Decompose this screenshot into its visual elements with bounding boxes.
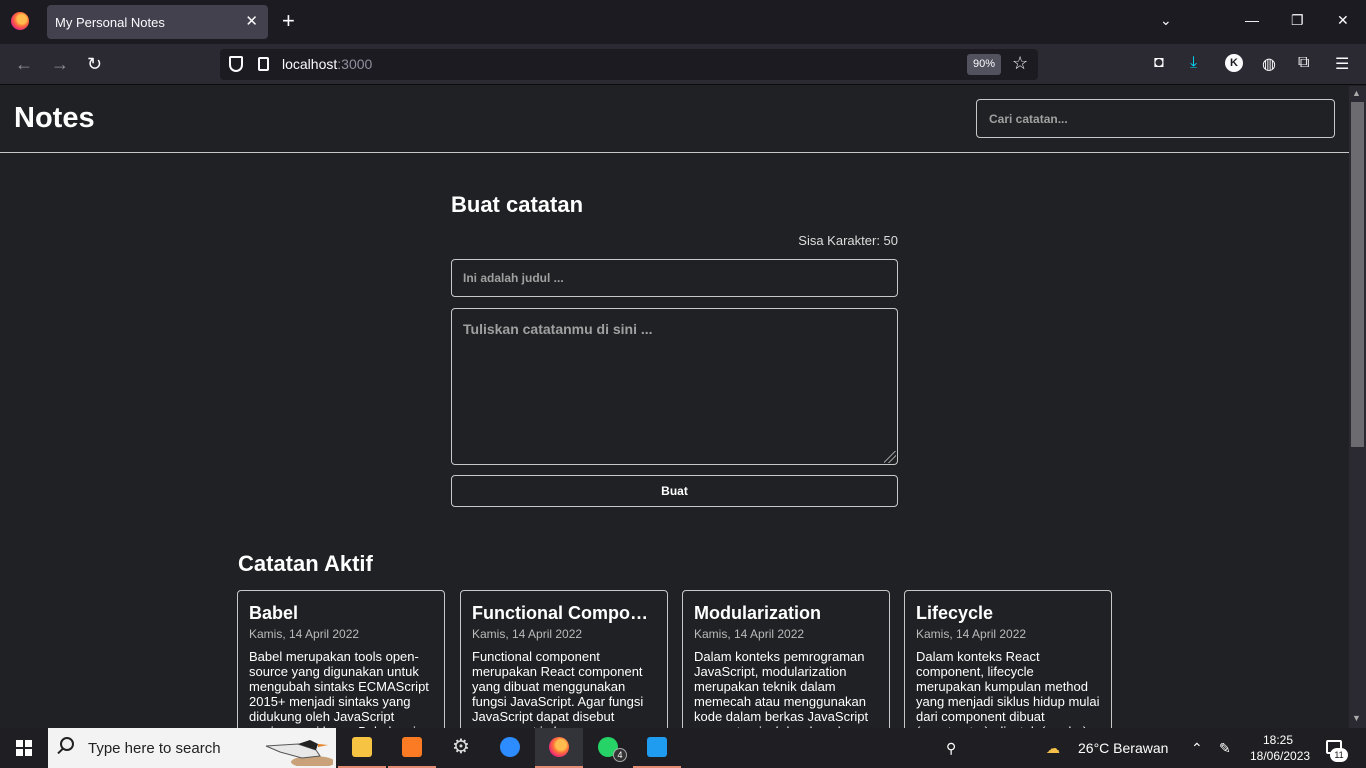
xampp-icon bbox=[402, 737, 422, 757]
menu-icon[interactable]: ☰ bbox=[1335, 54, 1349, 74]
browser-nav-bar: ← → ↻ localhost:3000 90% ☆ ◘ ⤓ K ◍ ⧉ ☰ bbox=[0, 44, 1366, 85]
taskbar-firefox[interactable] bbox=[535, 728, 583, 768]
note-title[interactable]: Babel bbox=[249, 603, 433, 624]
list-tabs-icon[interactable]: ⌄ bbox=[1160, 12, 1172, 29]
tracking-protection-icon[interactable] bbox=[229, 56, 243, 72]
pen-icon[interactable]: ✎ bbox=[1219, 740, 1231, 757]
account-avatar[interactable]: K bbox=[1225, 54, 1243, 72]
folder-icon bbox=[352, 737, 372, 757]
active-notes-title: Catatan Aktif bbox=[238, 551, 373, 576]
bird-illustration-icon bbox=[265, 740, 333, 766]
firefox-taskbar-icon bbox=[549, 737, 569, 757]
app-logo: Notes bbox=[14, 102, 95, 134]
notification-count: 11 bbox=[1330, 748, 1348, 762]
note-body: Babel merupakan tools open-source yang d… bbox=[249, 649, 430, 728]
windows-taskbar: Type here to search ⚙ 4 ⚲ ☁ 26°C Berawan… bbox=[0, 728, 1366, 768]
downloads-icon[interactable]: ⤓ bbox=[1190, 54, 1197, 72]
firefox-icon[interactable] bbox=[11, 12, 29, 30]
close-window-icon[interactable]: ✕ bbox=[1337, 12, 1349, 29]
form-title: Buat catatan bbox=[451, 192, 584, 217]
note-date: Kamis, 14 April 2022 bbox=[472, 627, 583, 641]
search-input[interactable] bbox=[976, 99, 1335, 138]
note-date: Kamis, 14 April 2022 bbox=[916, 627, 1027, 641]
pocket-icon[interactable]: ◘ bbox=[1154, 54, 1164, 72]
minimize-icon[interactable]: — bbox=[1245, 12, 1259, 28]
close-tab-icon[interactable]: ✕ bbox=[245, 12, 258, 30]
note-card[interactable]: Lifecycle Kamis, 14 April 2022 Dalam kon… bbox=[904, 590, 1112, 728]
note-card[interactable]: Modularization Kamis, 14 April 2022 Dala… bbox=[682, 590, 890, 728]
url-bar[interactable]: localhost:3000 90% ☆ bbox=[220, 49, 1038, 80]
page-content: Notes Buat catatan Sisa Karakter: 50 Bua… bbox=[0, 86, 1349, 728]
note-title-input[interactable] bbox=[451, 259, 898, 297]
url-text[interactable]: localhost:3000 bbox=[282, 56, 372, 72]
scroll-up-icon[interactable]: ▲ bbox=[1352, 88, 1361, 98]
taskbar-search-box[interactable]: Type here to search bbox=[48, 728, 336, 768]
note-title[interactable]: Lifecycle bbox=[916, 603, 1100, 624]
clock-date: 18/06/2023 bbox=[1250, 749, 1311, 763]
vscode-icon bbox=[647, 737, 667, 757]
restore-icon[interactable]: ❐ bbox=[1291, 12, 1304, 29]
char-remaining: Sisa Karakter: 50 bbox=[798, 233, 898, 248]
forward-icon[interactable]: → bbox=[51, 54, 69, 75]
windows-start-icon[interactable] bbox=[16, 740, 32, 756]
scrollbar-thumb[interactable] bbox=[1351, 102, 1364, 447]
back-icon[interactable]: ← bbox=[15, 54, 33, 75]
show-hidden-icons-icon[interactable]: ⌃ bbox=[1191, 740, 1203, 757]
zoom-icon bbox=[500, 737, 520, 757]
taskbar-settings[interactable]: ⚙ bbox=[437, 728, 485, 768]
scroll-down-icon[interactable]: ▼ bbox=[1352, 713, 1361, 723]
reload-icon[interactable]: ↻ bbox=[87, 54, 102, 75]
browser-tab-bar: My Personal Notes ✕ + ⌄ — ❐ ✕ bbox=[0, 0, 1366, 44]
new-tab-icon[interactable]: + bbox=[282, 9, 295, 33]
taskbar-vscode[interactable] bbox=[633, 728, 681, 768]
taskbar-search-placeholder: Type here to search bbox=[88, 740, 221, 757]
note-card[interactable]: Babel Kamis, 14 April 2022 Babel merupak… bbox=[237, 590, 445, 728]
taskbar-whatsapp[interactable]: 4 bbox=[584, 728, 632, 768]
taskbar-file-explorer[interactable] bbox=[338, 728, 386, 768]
browser-tab[interactable]: My Personal Notes ✕ bbox=[47, 5, 268, 39]
people-icon[interactable]: ⚲ bbox=[946, 740, 956, 757]
note-card[interactable]: Functional Component Kamis, 14 April 202… bbox=[460, 590, 668, 728]
vpn-globe-icon[interactable]: ◍ bbox=[1262, 54, 1276, 74]
weather-text[interactable]: 26°C Berawan bbox=[1078, 740, 1168, 756]
taskbar-zoom[interactable] bbox=[486, 728, 534, 768]
taskbar-xampp[interactable] bbox=[388, 728, 436, 768]
whatsapp-badge: 4 bbox=[613, 748, 627, 762]
app-header: Notes bbox=[0, 86, 1349, 153]
tab-title: My Personal Notes bbox=[55, 15, 165, 30]
weather-icon[interactable]: ☁ bbox=[1046, 740, 1060, 757]
gear-icon: ⚙ bbox=[452, 736, 470, 758]
note-title[interactable]: Functional Component bbox=[472, 603, 656, 624]
clock-time: 18:25 bbox=[1262, 733, 1294, 747]
note-body-input[interactable] bbox=[451, 308, 898, 465]
note-body: Functional component merupakan React com… bbox=[472, 649, 644, 728]
page-info-icon[interactable] bbox=[258, 57, 269, 71]
zoom-badge[interactable]: 90% bbox=[967, 54, 1001, 75]
note-body: Dalam konteks React component, lifecycle… bbox=[916, 649, 1100, 728]
note-date: Kamis, 14 April 2022 bbox=[694, 627, 805, 641]
bookmark-star-icon[interactable]: ☆ bbox=[1012, 53, 1028, 74]
create-note-button[interactable]: Buat bbox=[451, 475, 898, 507]
search-icon bbox=[60, 737, 74, 751]
resize-grip-icon[interactable] bbox=[884, 451, 896, 463]
note-title[interactable]: Modularization bbox=[694, 603, 878, 624]
note-date: Kamis, 14 April 2022 bbox=[249, 627, 360, 641]
note-body: Dalam konteks pemrograman JavaScript, mo… bbox=[694, 649, 869, 728]
taskbar-clock[interactable]: 18:25 18/06/2023 bbox=[1250, 732, 1311, 764]
extensions-icon[interactable]: ⧉ bbox=[1298, 54, 1309, 72]
